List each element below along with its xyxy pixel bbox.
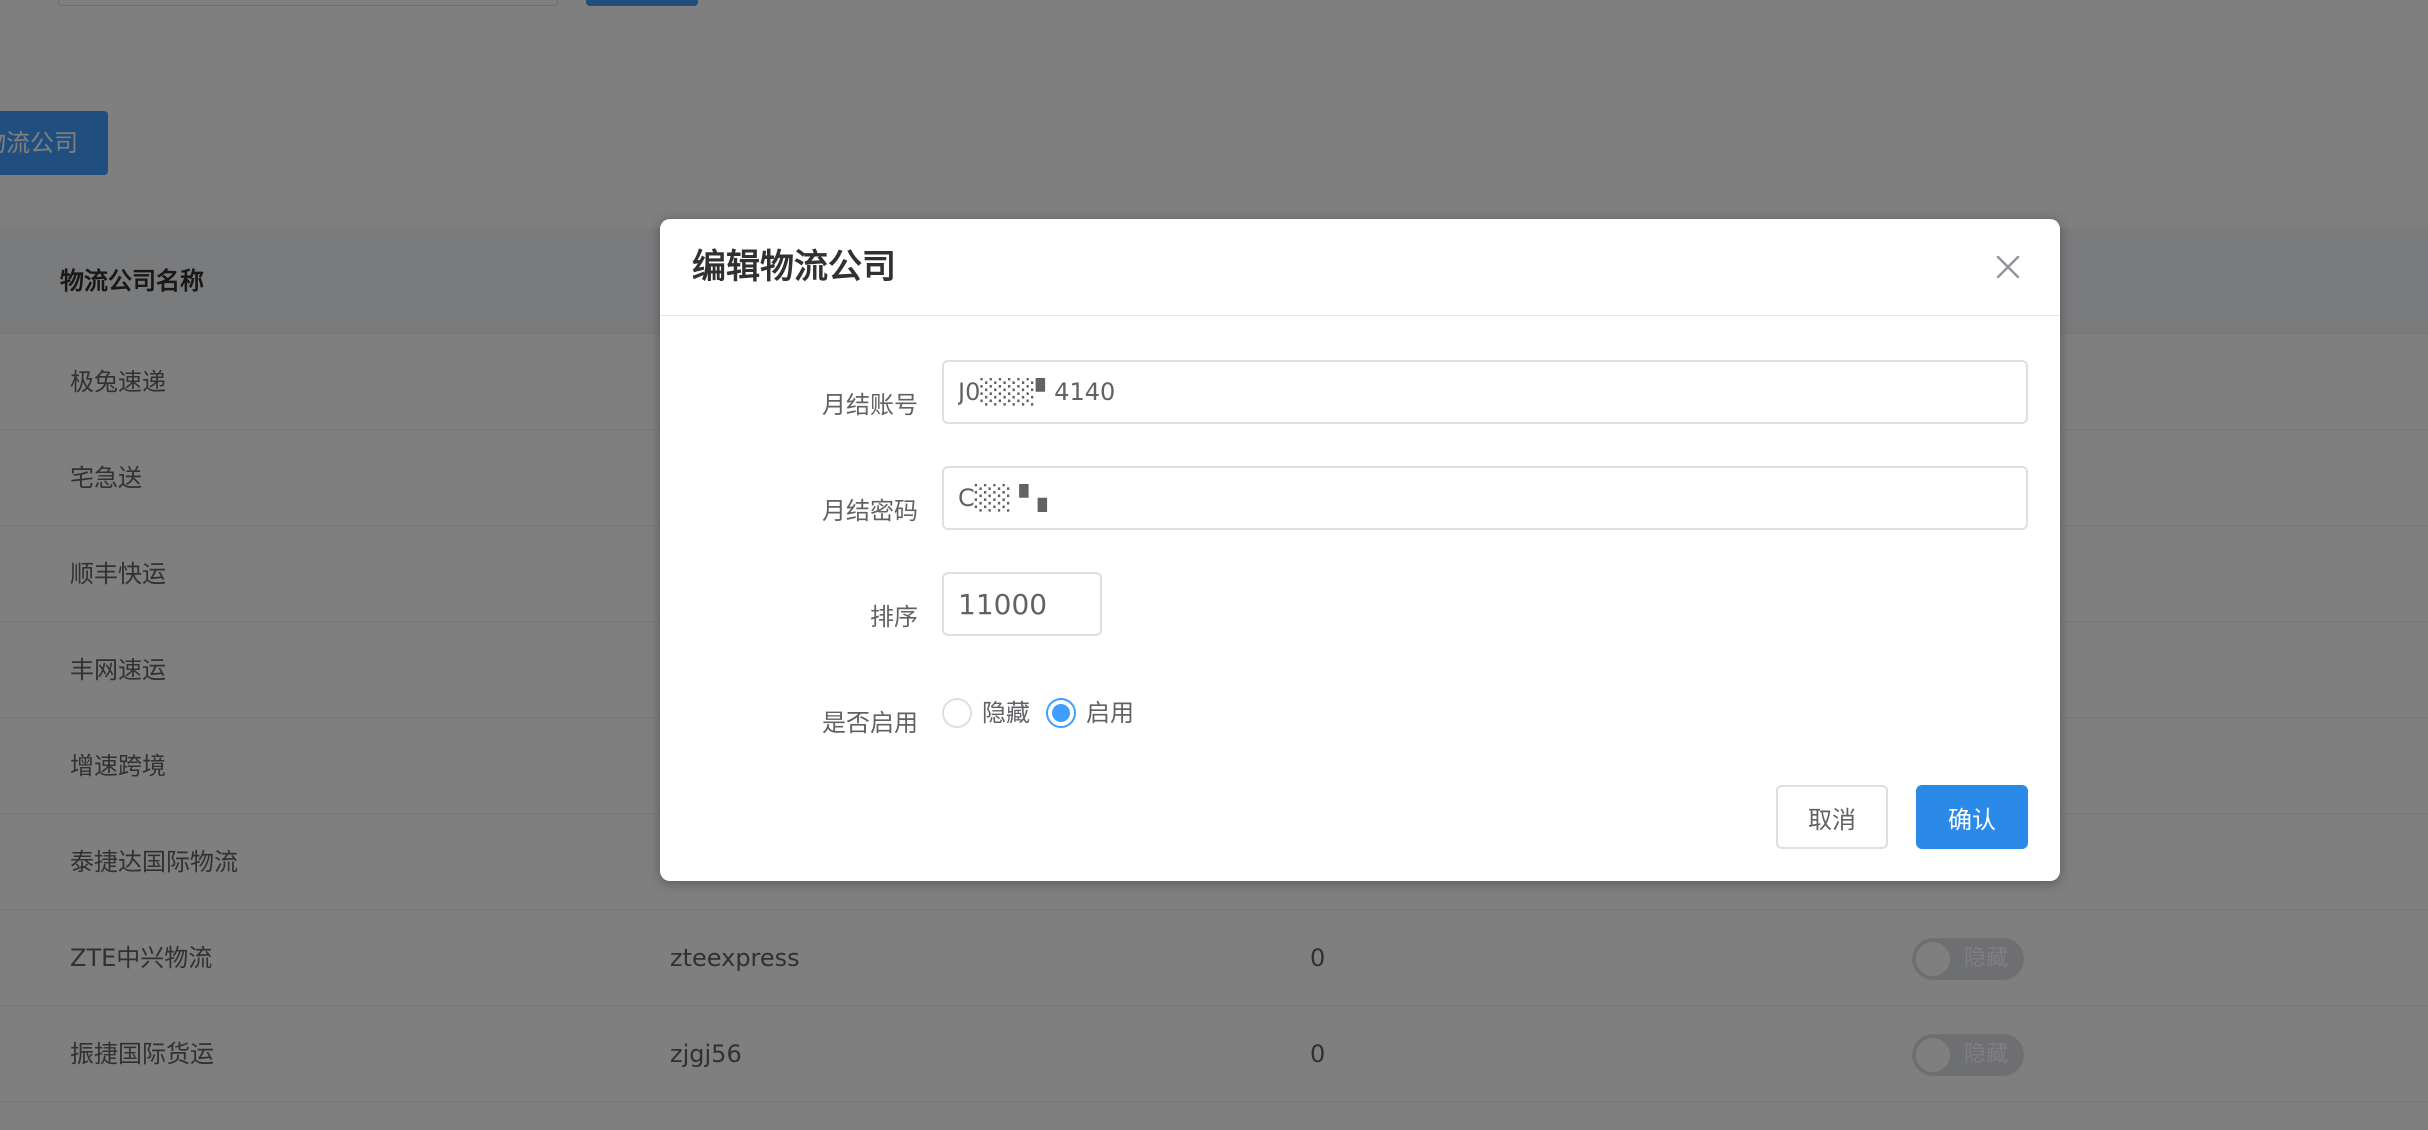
cancel-button[interactable]: 取消 bbox=[1776, 785, 1888, 849]
radio-enable-circle bbox=[1046, 698, 1076, 728]
sort-input[interactable] bbox=[942, 572, 1102, 636]
edit-logistics-dialog: 编辑物流公司 月结账号 月结密码 排序 是否启用 隐藏 启用 取消 确认 bbox=[660, 219, 2060, 881]
confirm-button[interactable]: 确认 bbox=[1916, 785, 2028, 849]
enabled-label: 是否启用 bbox=[822, 709, 918, 737]
radio-enable-dot bbox=[1052, 704, 1070, 722]
dialog-header: 编辑物流公司 bbox=[660, 219, 2060, 316]
radio-hide-circle bbox=[942, 698, 972, 728]
sort-label: 排序 bbox=[870, 603, 918, 631]
password-label: 月结密码 bbox=[822, 497, 918, 525]
account-input[interactable] bbox=[942, 360, 2028, 424]
password-input[interactable] bbox=[942, 466, 2028, 530]
enabled-radio-group: 隐藏 启用 bbox=[942, 693, 1242, 733]
radio-enable-label: 启用 bbox=[1086, 699, 1134, 727]
dialog-title: 编辑物流公司 bbox=[692, 247, 896, 287]
radio-hide-label: 隐藏 bbox=[982, 699, 1030, 727]
account-label: 月结账号 bbox=[822, 391, 918, 419]
radio-enable[interactable]: 启用 bbox=[1046, 693, 1146, 733]
close-icon[interactable] bbox=[1990, 249, 2026, 285]
radio-hide[interactable]: 隐藏 bbox=[942, 693, 1042, 733]
